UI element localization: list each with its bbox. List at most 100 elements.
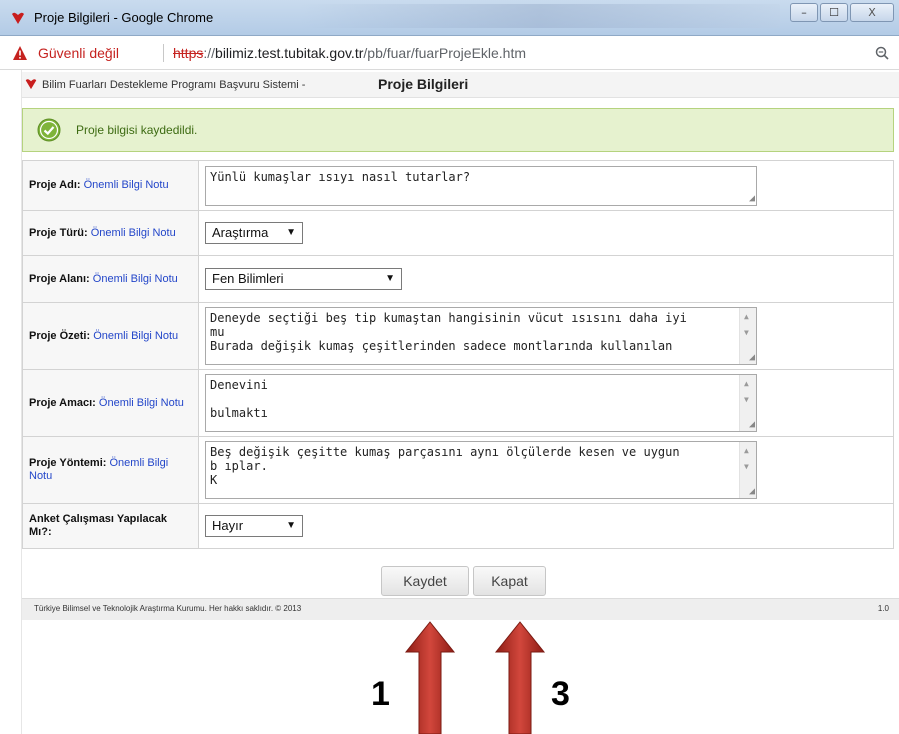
scroll-up-icon[interactable]: ▲ [744,310,749,324]
form-row-summary: Proje Özeti: Önemli Bilgi Notu Deneyde s… [22,302,894,370]
project-form: Proje Adı: Önemli Bilgi Notu Yünlü kumaş… [22,160,894,549]
value-cell: Beş değişik çeşitte kumaş parçasını aynı… [198,436,894,504]
tubitak-logo-icon [25,79,37,90]
close-button[interactable]: Kapat [473,566,546,596]
form-row-field: Proje Alanı: Önemli Bilgi Notu Fen Bilim… [22,255,894,303]
project-purpose-textarea[interactable]: Denevini bulmaktı ▲ ▼ ◢ [205,374,757,432]
label-cell: Proje Özeti: Önemli Bilgi Notu [22,302,199,370]
address-separator [163,44,164,62]
label-cell: Proje Yöntemi: Önemli Bilgi Notu [22,436,199,504]
scroll-up-icon[interactable]: ▲ [744,377,749,391]
url-host: bilimiz.test.tubitak.gov.tr [215,45,364,61]
project-field-select[interactable]: Fen Bilimleri ▼ [205,268,402,290]
scroll-down-icon[interactable]: ▼ [744,326,749,340]
success-text: Proje bilgisi kaydedildi. [76,123,198,137]
scroll-up-icon[interactable]: ▲ [744,444,749,458]
checkmark-icon [37,118,61,142]
url-scheme: https [173,45,204,61]
version-text: 1.0 [877,604,889,613]
summary-line: Deneyde seçtiği beş tip kumaştan hangisi… [210,311,687,325]
dropdown-arrow-icon: ▼ [286,227,296,238]
info-note-link[interactable]: Önemli Bilgi Notu [93,330,178,342]
info-note-link[interactable]: Önemli Bilgi Notu [99,397,184,409]
scroll-down-icon[interactable]: ▼ [744,393,749,407]
project-type-value: Araştırma [212,225,269,240]
field-label: Proje Yöntemi: [29,457,107,469]
method-line: Beş değişik çeşitte kumaş parçasını aynı… [210,445,680,459]
value-cell: Denevini bulmaktı ▲ ▼ ◢ [198,369,894,437]
purpose-line [210,392,736,406]
page-title: Proje Bilgileri [378,76,469,92]
field-label: Proje Alanı: [29,272,90,285]
label-cell: Proje Alanı: Önemli Bilgi Notu [22,255,199,303]
form-row-name: Proje Adı: Önemli Bilgi Notu Yünlü kumaş… [22,160,894,211]
security-status[interactable]: Güvenli değil [38,45,119,61]
project-name-input[interactable]: Yünlü kumaşlar ısıyı nasıl tutarlar? ◢ [205,165,757,206]
project-field-value: Fen Bilimleri [212,271,284,286]
value-cell: Fen Bilimleri ▼ [198,255,894,303]
purpose-line: Denevini [210,378,268,392]
info-note-link[interactable]: Önemli Bilgi Notu [84,179,169,191]
system-name: Bilim Fuarları Destekleme Programı Başvu… [42,79,306,91]
address-bar[interactable]: Güvenli değil https://bilimiz.test.tubit… [0,36,899,70]
project-method-textarea[interactable]: Beş değişik çeşitte kumaş parçasını aynı… [205,441,757,499]
info-note-link[interactable]: Önemli Bilgi Notu [93,273,178,285]
minimize-button[interactable]: – [790,3,818,22]
survey-select[interactable]: Hayır ▼ [205,515,303,537]
resize-handle-icon[interactable]: ◢ [749,420,755,430]
copyright-text: Türkiye Bilimsel ve Teknolojik Araştırma… [34,604,302,613]
method-line: b ıplar. [210,459,268,473]
field-label: Proje Türü: [29,226,88,239]
form-row-type: Proje Türü: Önemli Bilgi Notu Araştırma … [22,210,894,256]
page-footer: Türkiye Bilimsel ve Teknolojik Araştırma… [22,598,899,620]
window-titlebar: Proje Bilgileri - Google Chrome – ☐ X [0,0,899,36]
info-note-link[interactable]: Önemli Bilgi Notu [91,227,176,239]
dropdown-arrow-icon: ▼ [385,273,395,284]
left-window-edge [0,70,22,734]
save-button[interactable]: Kaydet [381,566,469,596]
value-cell: Yünlü kumaşlar ısıyı nasıl tutarlar? ◢ [198,160,894,211]
form-row-survey: Anket Çalışması Yapılacak Mı?: Hayır ▼ [22,503,894,549]
field-label: Proje Özeti: [29,329,91,342]
form-row-purpose: Proje Amacı: Önemli Bilgi Notu Denevini … [22,369,894,437]
value-cell: Araştırma ▼ [198,210,894,256]
annotation-arrow-left [404,621,456,734]
survey-value: Hayır [212,518,244,533]
annotation-number-1: 1 [371,675,390,713]
purpose-line: bulmaktı [210,406,268,420]
tubitak-logo-icon [12,12,24,24]
field-label: Proje Amacı: [29,396,96,409]
url-scheme-separator: :// [203,45,216,61]
url-path: /pb/fuar/fuarProjeEkle.htm [363,45,527,61]
maximize-button[interactable]: ☐ [820,3,848,22]
project-type-select[interactable]: Araştırma ▼ [205,222,303,244]
project-summary-textarea[interactable]: Deneyde seçtiği beş tip kumaştan hangisi… [205,307,757,365]
value-cell: Hayır ▼ [198,503,894,549]
annotation-arrow-right [494,621,546,734]
value-cell: Deneyde seçtiği beş tip kumaştan hangisi… [198,302,894,370]
summary-line: mu [210,325,225,339]
warning-icon [13,46,27,60]
url-text[interactable]: https://bilimiz.test.tubitak.gov.tr/pb/f… [173,45,526,61]
resize-handle-icon[interactable]: ◢ [749,193,755,204]
annotation-number-3: 3 [551,675,570,713]
summary-line: Burada değişik kumaş çeşitlerinden sadec… [210,339,673,353]
label-cell: Proje Amacı: Önemli Bilgi Notu [22,369,199,437]
method-line: K [210,473,218,487]
blurred-taskbar-area [300,4,780,28]
scroll-down-icon[interactable]: ▼ [744,460,749,474]
close-window-button[interactable]: X [850,3,894,22]
resize-handle-icon[interactable]: ◢ [749,487,755,497]
success-message: Proje bilgisi kaydedildi. [22,108,894,152]
page-header: Bilim Fuarları Destekleme Programı Başvu… [22,72,899,98]
label-cell: Anket Çalışması Yapılacak Mı?: [22,503,199,549]
dropdown-arrow-icon: ▼ [286,520,296,531]
window-title: Proje Bilgileri - Google Chrome [34,10,214,25]
field-label: Anket Çalışması Yapılacak Mı?: [29,513,167,538]
label-cell: Proje Türü: Önemli Bilgi Notu [22,210,199,256]
zoom-icon[interactable] [875,46,889,60]
resize-handle-icon[interactable]: ◢ [749,353,755,363]
form-row-method: Proje Yöntemi: Önemli Bilgi Notu Beş değ… [22,436,894,504]
field-label: Proje Adı: [29,179,81,191]
project-name-value: Yünlü kumaşlar ısıyı nasıl tutarlar? [210,169,471,184]
